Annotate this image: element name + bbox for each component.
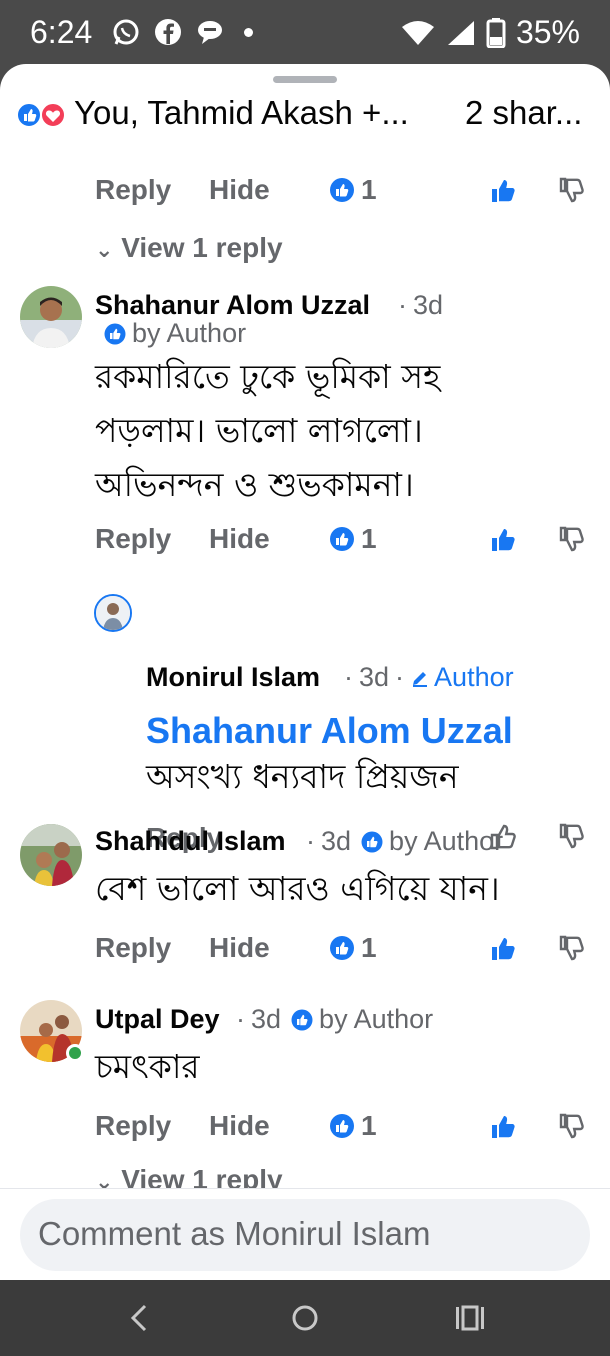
avatar[interactable]	[20, 824, 82, 886]
avatar[interactable]	[20, 286, 82, 348]
whatsapp-icon	[113, 19, 139, 45]
reply-text: অসংখ্য ধন্যবাদ প্রিয়জন	[146, 757, 459, 796]
reaction-count[interactable]: 1	[329, 174, 377, 206]
comment-time: · 3d	[398, 290, 444, 320]
comment-actions: Reply Hide 1	[0, 174, 610, 218]
shares-summary-text[interactable]: 2 shar...	[465, 94, 582, 132]
reply-time: · 3d · Author	[344, 662, 514, 693]
author-like-badge-icon	[104, 323, 126, 344]
mention-link[interactable]: Shahanur Alom Uzzal	[146, 710, 513, 752]
author-like-badge-icon	[291, 1009, 313, 1030]
comments-sheet: You, Tahmid Akash +... 2 shar... Reply H…	[0, 64, 610, 1280]
reply-avatar[interactable]	[94, 594, 132, 632]
view-replies-link[interactable]: ⌄ View 1 reply	[95, 1164, 283, 1188]
like-badge-icon	[330, 527, 354, 551]
reaction-icons	[16, 102, 66, 128]
like-badge-icon	[330, 936, 354, 960]
comment-text: চমৎকার	[95, 1047, 200, 1086]
comment-input-placeholder: Comment as Monirul Islam	[38, 1215, 431, 1252]
dislike-icon[interactable]	[557, 934, 587, 964]
comment-actions: Reply Hide 1	[0, 523, 610, 567]
view-replies-link[interactable]: ⌄ View 1 reply	[95, 232, 283, 264]
comment-author[interactable]: Shahanur Alom Uzzal	[95, 290, 370, 321]
like-badge-icon	[330, 1114, 354, 1138]
pencil-icon	[413, 671, 428, 687]
wifi-icon	[401, 20, 434, 45]
hide-button[interactable]: Hide	[209, 174, 270, 206]
dot-icon	[244, 27, 253, 37]
author-tag: Author	[410, 662, 514, 693]
reaction-count[interactable]: 1	[329, 1110, 377, 1142]
like-filled-icon[interactable]	[489, 525, 519, 555]
online-status-dot	[66, 1044, 84, 1062]
avatar-photo	[20, 824, 82, 886]
status-right: 35%	[400, 14, 580, 51]
reply-author[interactable]: Monirul Islam	[146, 662, 320, 693]
like-filled-icon[interactable]	[489, 1112, 519, 1142]
recent-apps-icon[interactable]	[450, 1298, 490, 1338]
comment-text: রকমারিতে ঢুকে ভূমিকা সহ পড়লাম। ভালো লাগ…	[95, 357, 441, 504]
dislike-icon[interactable]	[557, 822, 587, 852]
reaction-count[interactable]: 1	[329, 523, 377, 555]
comment-text: বেশ ভালো আরও এগিয়ে যান।	[95, 869, 500, 908]
signal-icon	[447, 20, 474, 45]
reactions-summary-text[interactable]: You, Tahmid Akash +...	[74, 94, 409, 132]
reaction-count[interactable]: 1	[329, 932, 377, 964]
system-navigation-bar	[0, 1280, 610, 1356]
avatar-photo	[20, 286, 82, 348]
dislike-icon[interactable]	[557, 176, 587, 206]
dislike-icon[interactable]	[557, 1112, 587, 1142]
reply-button[interactable]: Reply	[95, 932, 171, 964]
like-filled-icon[interactable]	[489, 934, 519, 964]
notification-icons	[112, 18, 253, 46]
reply-actions: Reply	[0, 822, 610, 866]
like-filled-icon[interactable]	[489, 176, 519, 206]
reply-button[interactable]: Reply	[95, 174, 171, 206]
status-time: 6:24	[30, 14, 93, 50]
comment-input[interactable]: Comment as Monirul Islam	[20, 1199, 590, 1271]
facebook-icon	[155, 19, 181, 45]
hide-button[interactable]: Hide	[209, 932, 270, 964]
chevron-down-icon: ⌄	[95, 237, 114, 262]
comment-author[interactable]: Shahidul Islam	[95, 826, 286, 857]
like-badge-icon	[330, 178, 354, 202]
dislike-icon[interactable]	[557, 525, 587, 555]
comment-actions: Reply Hide 1	[0, 1110, 610, 1154]
comment-author[interactable]: Utpal Dey	[95, 1004, 220, 1035]
reply-button[interactable]: Reply	[95, 523, 171, 555]
back-icon[interactable]	[120, 1298, 160, 1338]
hide-button[interactable]: Hide	[209, 1110, 270, 1142]
comments-list[interactable]: You, Tahmid Akash +... 2 shar... Reply H…	[0, 64, 610, 1188]
reply-button[interactable]: Reply	[95, 1110, 171, 1142]
battery-percent: 35%	[515, 14, 580, 50]
comment-composer-area: Comment as Monirul Islam	[0, 1188, 610, 1280]
hide-button[interactable]: Hide	[209, 523, 270, 555]
reaction-summary-bar[interactable]: You, Tahmid Akash +... 2 shar...	[0, 88, 610, 148]
status-bar: 6:24 35%	[0, 0, 610, 72]
battery-icon	[486, 17, 506, 48]
author-like-badge-icon	[361, 831, 383, 852]
comment-time: · 3d by Author	[236, 1004, 434, 1034]
comment-actions: Reply Hide 1	[0, 932, 610, 976]
chat-bubble-icon	[198, 21, 222, 44]
comment-time: · 3d by Author	[306, 826, 504, 856]
reply-avatar-photo	[96, 596, 130, 630]
home-icon[interactable]	[285, 1298, 325, 1338]
liked-by-author: by Author	[104, 318, 246, 349]
chevron-down-icon: ⌄	[95, 1169, 114, 1188]
